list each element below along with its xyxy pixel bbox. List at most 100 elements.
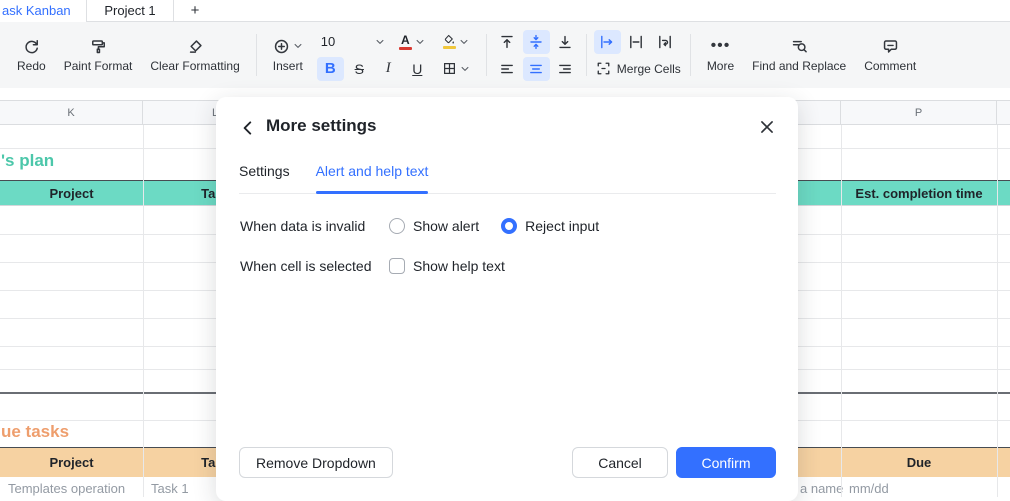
invalid-data-label: When data is invalid [240, 218, 389, 234]
reject-input-option[interactable]: Reject input [501, 218, 599, 234]
fill-color-button[interactable] [435, 30, 477, 54]
cell-selected-label: When cell is selected [240, 258, 389, 274]
align-bottom-button[interactable] [552, 30, 579, 54]
column-header-k[interactable]: K [0, 101, 143, 124]
column-header-p[interactable]: P [841, 101, 997, 124]
chevron-down-icon [459, 37, 469, 47]
tab-alert-and-help-text[interactable]: Alert and help text [316, 154, 429, 193]
insert-button[interactable]: Insert [264, 33, 312, 77]
cell-selected-row: When cell is selected Show help text [240, 256, 527, 276]
bold-button[interactable]: B [317, 57, 344, 81]
chevron-down-icon [415, 37, 425, 47]
strikethrough-button[interactable]: S [346, 57, 373, 81]
find-and-replace-label: Find and Replace [752, 59, 846, 73]
font-size-dropdown[interactable]: 10 [317, 30, 389, 54]
alignment-group [494, 30, 579, 81]
sheet-tab-task-kanban[interactable]: ask Kanban [0, 0, 86, 22]
borders-icon [442, 61, 457, 76]
cancel-button[interactable]: Cancel [572, 447, 668, 478]
invalid-data-row: When data is invalid Show alert Reject i… [240, 216, 621, 236]
show-help-text-label: Show help text [413, 258, 505, 274]
sheet-tab-bar: ask Kanban Project 1 + [0, 0, 1010, 22]
reject-input-radio[interactable] [501, 218, 517, 234]
insert-plus-icon [273, 38, 290, 55]
cell-due-value[interactable]: mm/dd [849, 481, 889, 496]
add-sheet-button[interactable]: + [174, 0, 216, 22]
chevron-down-icon [460, 64, 470, 74]
align-middle-button[interactable] [523, 30, 550, 54]
close-button[interactable] [756, 116, 778, 138]
column-header-partial[interactable] [798, 101, 841, 124]
align-center-icon [528, 61, 544, 77]
align-top-button[interactable] [494, 30, 521, 54]
font-size-value: 10 [321, 34, 335, 49]
sheet-tab-project-1[interactable]: Project 1 [86, 0, 174, 22]
clear-formatting-button[interactable]: Clear Formatting [141, 33, 248, 77]
text-clip-icon [628, 34, 644, 50]
align-right-button[interactable] [552, 57, 579, 81]
dialog-footer: Remove Dropdown Cancel Confirm [239, 447, 776, 478]
italic-button[interactable]: I [375, 57, 402, 81]
chevron-down-icon [375, 37, 385, 47]
align-right-icon [557, 61, 573, 77]
paint-format-icon [90, 37, 107, 55]
header-cell-project[interactable]: Project [0, 181, 143, 205]
header-cell-est-completion[interactable]: Est. completion time [841, 181, 997, 205]
tab-settings[interactable]: Settings [239, 154, 290, 193]
cell-task-value[interactable]: Task 1 [151, 481, 189, 496]
column-header-q[interactable] [997, 101, 1010, 124]
comment-button[interactable]: Comment [855, 33, 925, 77]
comment-label: Comment [864, 59, 916, 73]
align-middle-icon [528, 34, 544, 50]
remove-dropdown-button[interactable]: Remove Dropdown [239, 447, 393, 478]
toolbar-divider [586, 34, 587, 76]
find-and-replace-button[interactable]: Find and Replace [743, 33, 855, 77]
cell-project-value[interactable]: Templates operation [8, 481, 125, 496]
cell-name-value[interactable]: a name [800, 481, 843, 496]
redo-button[interactable]: Redo [8, 33, 55, 77]
chevron-left-icon [239, 119, 257, 137]
borders-button[interactable] [433, 57, 479, 81]
more-button[interactable]: ••• More [698, 33, 743, 77]
chevron-down-icon [293, 41, 303, 51]
header-cell-project[interactable]: Project [0, 448, 143, 477]
text-rotate-button[interactable] [652, 30, 679, 54]
paint-format-button[interactable]: Paint Format [55, 33, 142, 77]
show-help-text-checkbox[interactable] [389, 258, 405, 274]
align-left-button[interactable] [494, 57, 521, 81]
gridline [143, 125, 144, 497]
show-help-text-option[interactable]: Show help text [389, 258, 505, 274]
more-icon: ••• [711, 37, 731, 55]
merge-cells-label: Merge Cells [617, 62, 681, 76]
text-clip-button[interactable] [623, 30, 650, 54]
text-wrap-button[interactable] [594, 30, 621, 54]
section-title-overdue-tasks[interactable]: ue tasks [1, 422, 69, 442]
font-format-group: 10 A B S I U [317, 30, 479, 81]
toolbar-divider [486, 34, 487, 76]
redo-label: Redo [17, 59, 46, 73]
align-left-icon [499, 61, 515, 77]
formatting-toolbar: Redo Paint Format Clear Formatting Inser… [0, 22, 1010, 88]
show-alert-label: Show alert [413, 218, 479, 234]
confirm-button[interactable]: Confirm [676, 447, 776, 478]
merge-cells-button[interactable]: Merge Cells [594, 61, 683, 76]
underline-button[interactable]: U [404, 57, 431, 81]
clear-formatting-label: Clear Formatting [150, 59, 239, 73]
show-alert-option[interactable]: Show alert [389, 218, 479, 234]
toolbar-divider [690, 34, 691, 76]
show-alert-radio[interactable] [389, 218, 405, 234]
align-center-button[interactable] [523, 57, 550, 81]
more-settings-dialog: More settings Settings Alert and help te… [216, 97, 798, 501]
section-title-week-plan[interactable]: 's plan [1, 151, 54, 171]
header-cell-due[interactable]: Due [841, 448, 997, 477]
merge-cells-icon [596, 61, 611, 76]
wrap-merge-group: Merge Cells [594, 30, 683, 81]
text-color-button[interactable]: A [391, 30, 433, 54]
text-rotate-icon [657, 34, 673, 50]
back-button[interactable] [238, 118, 258, 138]
dialog-title: More settings [266, 116, 377, 136]
tab-bar-filler [216, 0, 1010, 22]
comment-icon [882, 37, 899, 55]
align-bottom-icon [557, 34, 573, 50]
toolbar-divider [256, 34, 257, 76]
